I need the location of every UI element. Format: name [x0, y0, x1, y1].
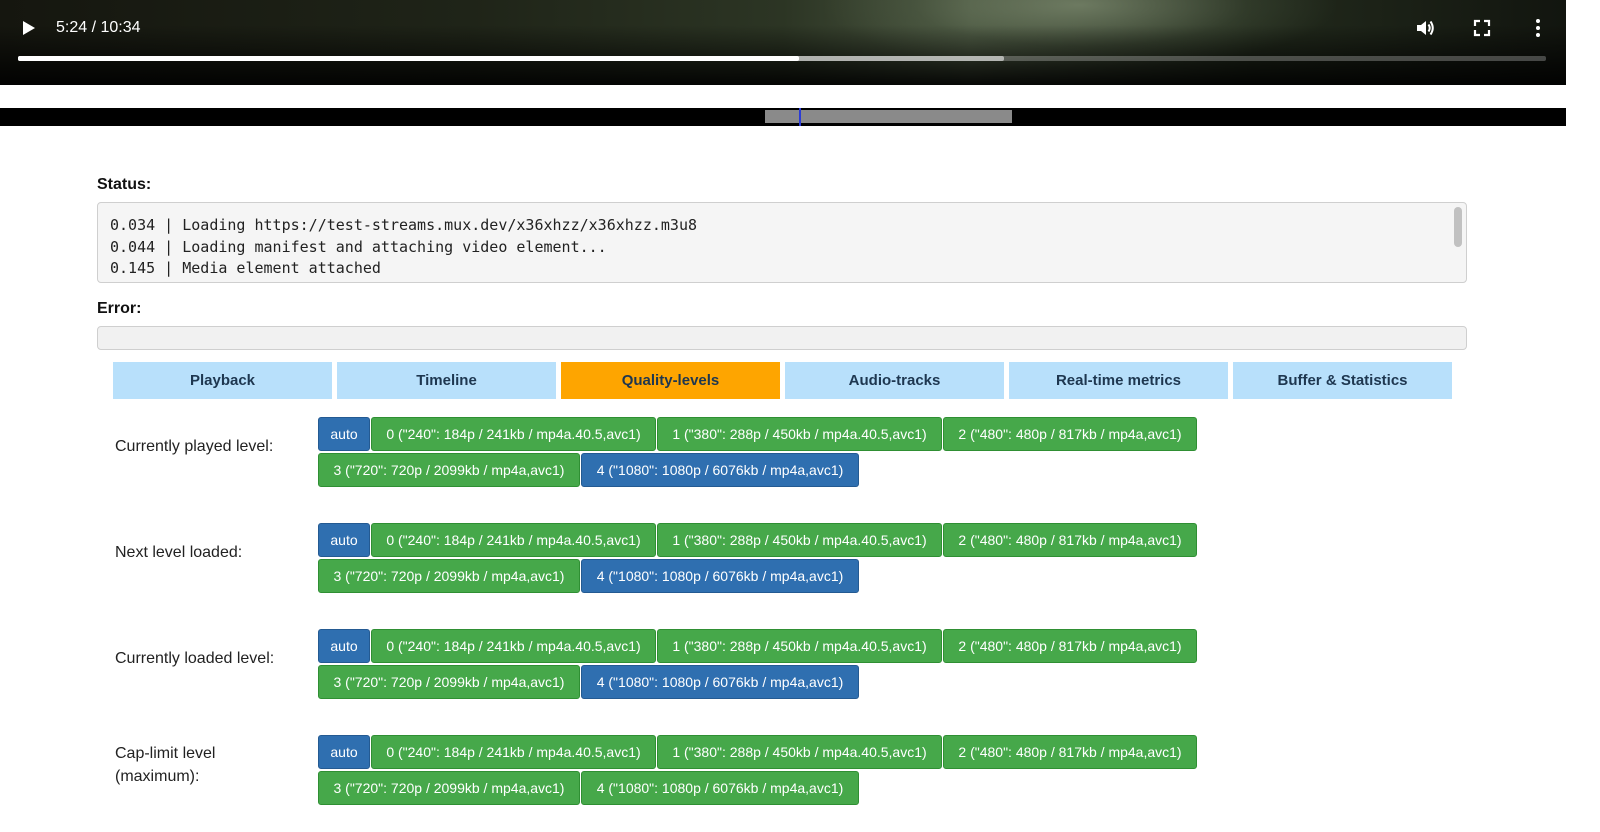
- time-display: 5:24 / 10:34: [56, 19, 141, 36]
- level-1-button[interactable]: 1 ("380": 288p / 450kb / mp4a.40.5,avc1): [657, 735, 942, 769]
- level-auto-button[interactable]: auto: [318, 523, 370, 557]
- playhead-marker: [799, 108, 801, 126]
- level-1-button[interactable]: 1 ("380": 288p / 450kb / mp4a.40.5,avc1): [657, 523, 942, 557]
- level-4-button[interactable]: 4 ("1080": 1080p / 6076kb / mp4a,avc1): [581, 771, 859, 805]
- controls-gradient: [0, 25, 1566, 85]
- fullscreen-button[interactable]: [1471, 17, 1493, 39]
- volume-icon: [1417, 20, 1434, 36]
- level-0-button[interactable]: 0 ("240": 184p / 241kb / mp4a.40.5,avc1): [371, 523, 656, 557]
- level-auto-button[interactable]: auto: [318, 735, 370, 769]
- tab-timeline[interactable]: Timeline: [337, 362, 556, 399]
- level-4-button[interactable]: 4 ("1080": 1080p / 6076kb / mp4a,avc1): [581, 665, 859, 699]
- error-field[interactable]: [97, 326, 1467, 350]
- error-label: Error:: [97, 300, 142, 317]
- cap-limit-label-line2: (maximum):: [115, 768, 200, 785]
- level-3-button[interactable]: 3 ("720": 720p / 2099kb / mp4a,avc1): [318, 665, 580, 699]
- more-vertical-icon: [1536, 19, 1540, 37]
- level-0-button[interactable]: 0 ("240": 184p / 241kb / mp4a.40.5,avc1): [371, 735, 656, 769]
- status-log-line: 0.145 | Media element attached: [110, 259, 381, 277]
- currently-played-level-label: Currently played level:: [115, 438, 274, 455]
- cap-limit-label-line1: Cap-limit level: [115, 745, 216, 762]
- play-icon: [23, 21, 35, 35]
- level-4-button[interactable]: 4 ("1080": 1080p / 6076kb / mp4a,avc1): [581, 559, 859, 593]
- level-2-button[interactable]: 2 ("480": 480p / 817kb / mp4a,avc1): [943, 629, 1197, 663]
- level-auto-button[interactable]: auto: [318, 629, 370, 663]
- level-2-button[interactable]: 2 ("480": 480p / 817kb / mp4a,avc1): [943, 417, 1197, 451]
- buffered-range: [765, 110, 1012, 123]
- tab-audio-tracks[interactable]: Audio-tracks: [785, 362, 1004, 399]
- status-log-line: 0.034 | Loading https://test-streams.mux…: [110, 216, 697, 234]
- video-player[interactable]: 5:24 / 10:34: [0, 0, 1566, 85]
- level-3-button[interactable]: 3 ("720": 720p / 2099kb / mp4a,avc1): [318, 771, 580, 805]
- tab-playback[interactable]: Playback: [113, 362, 332, 399]
- tab-quality-levels[interactable]: Quality-levels: [561, 362, 780, 399]
- level-4-button[interactable]: 4 ("1080": 1080p / 6076kb / mp4a,avc1): [581, 453, 859, 487]
- status-label: Status:: [97, 176, 152, 193]
- level-3-button[interactable]: 3 ("720": 720p / 2099kb / mp4a,avc1): [318, 559, 580, 593]
- seek-bar[interactable]: [18, 56, 1546, 61]
- seek-bar-played: [18, 56, 799, 61]
- status-log-line: 0.044 | Loading manifest and attaching v…: [110, 237, 607, 256]
- cap-limit-level-label: Cap-limit level (maximum):: [115, 742, 215, 788]
- tab-real-time-metrics[interactable]: Real-time metrics: [1009, 362, 1228, 399]
- status-log-scrollbar[interactable]: [1454, 207, 1462, 247]
- status-log[interactable]: 0.034 | Loading https://test-streams.mux…: [97, 202, 1467, 283]
- level-0-button[interactable]: 0 ("240": 184p / 241kb / mp4a.40.5,avc1): [371, 417, 656, 451]
- tab-bar: Playback Timeline Quality-levels Audio-t…: [113, 362, 1452, 399]
- level-1-button[interactable]: 1 ("380": 288p / 450kb / mp4a.40.5,avc1): [657, 629, 942, 663]
- next-level-loaded-label: Next level loaded:: [115, 544, 243, 561]
- level-3-button[interactable]: 3 ("720": 720p / 2099kb / mp4a,avc1): [318, 453, 580, 487]
- fullscreen-icon: [1473, 19, 1491, 37]
- buffer-timeline-canvas[interactable]: [0, 108, 1566, 126]
- tab-buffer-statistics[interactable]: Buffer & Statistics: [1233, 362, 1452, 399]
- level-2-button[interactable]: 2 ("480": 480p / 817kb / mp4a,avc1): [943, 523, 1197, 557]
- play-button[interactable]: [18, 18, 38, 38]
- level-0-button[interactable]: 0 ("240": 184p / 241kb / mp4a.40.5,avc1): [371, 629, 656, 663]
- currently-loaded-level-label: Currently loaded level:: [115, 650, 275, 667]
- level-1-button[interactable]: 1 ("380": 288p / 450kb / mp4a.40.5,avc1): [657, 417, 942, 451]
- level-auto-button[interactable]: auto: [318, 417, 370, 451]
- level-2-button[interactable]: 2 ("480": 480p / 817kb / mp4a,avc1): [943, 735, 1197, 769]
- volume-button[interactable]: [1414, 17, 1436, 39]
- more-options-button[interactable]: [1527, 17, 1549, 39]
